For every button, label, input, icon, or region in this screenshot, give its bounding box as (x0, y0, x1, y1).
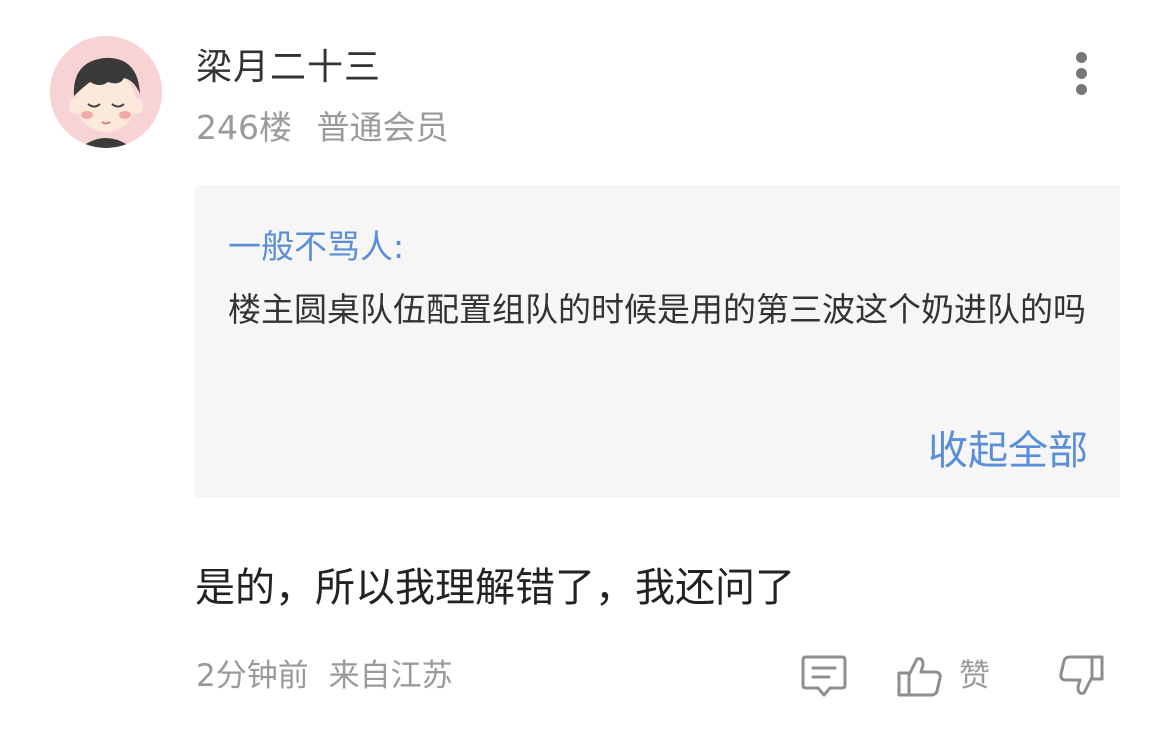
comment-icon (801, 655, 847, 697)
quote-text: 楼主圆桌队伍配置组队的时候是用的第三波这个奶进队的吗 (228, 290, 1086, 329)
dislike-button[interactable] (1056, 652, 1106, 700)
comment-page: 梁月二十三 246楼 普通会员 一般不骂人: 楼主圆桌队伍配置组队的时候是用的第… (0, 0, 1170, 737)
reply-text: 是的，所以我理解错了，我还问了 (195, 565, 795, 611)
more-vertical-icon[interactable] (1062, 50, 1102, 98)
avatar-illustration (50, 36, 162, 148)
more-dot (1076, 68, 1087, 79)
avatar[interactable] (50, 36, 162, 148)
username[interactable]: 梁月二十三 (196, 44, 381, 92)
comment-button[interactable] (800, 652, 848, 700)
more-dot (1076, 52, 1087, 63)
thumbs-down-icon (1059, 655, 1104, 695)
like-button[interactable]: 赞 (895, 652, 990, 700)
quote-author[interactable]: 一般不骂人: (228, 225, 404, 269)
floor-number: 246楼 (196, 108, 292, 147)
thumbs-up-icon (897, 657, 942, 697)
like-label: 赞 (959, 658, 990, 694)
member-level: 普通会员 (316, 108, 449, 147)
quoted-comment: 一般不骂人: 楼主圆桌队伍配置组队的时候是用的第三波这个奶进队的吗 收起全部 (195, 185, 1120, 498)
footer-meta: 2分钟前 来自江苏 (196, 654, 453, 698)
collapse-all-link[interactable]: 收起全部 (928, 425, 1088, 477)
post-meta: 246楼 普通会员 (196, 106, 449, 150)
more-dot (1076, 84, 1087, 95)
post-time: 2分钟前 (196, 658, 309, 694)
post-location: 来自江苏 (328, 658, 453, 694)
